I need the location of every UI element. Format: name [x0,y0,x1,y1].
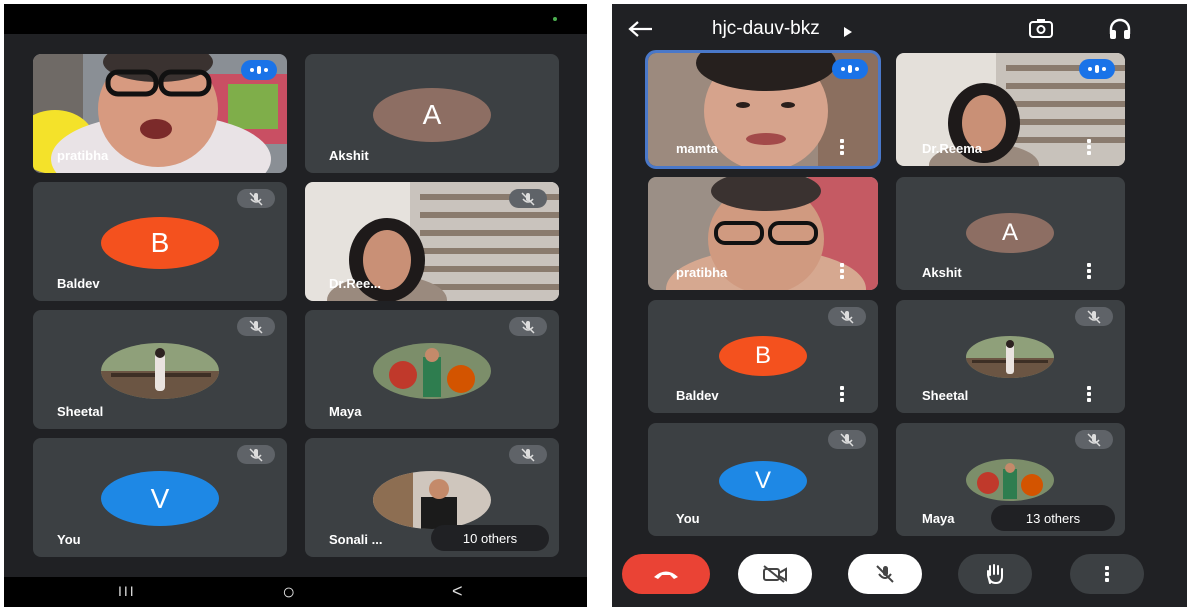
more-options-icon[interactable] [1087,139,1091,155]
hand-icon [987,564,1003,585]
avatar: A [966,213,1054,253]
participant-name: Maya [329,404,362,419]
camera-indicator-icon [553,17,557,21]
mic-off-icon [828,307,866,326]
status-bar [4,4,587,34]
participant-tile-dr-reema[interactable]: Dr.Reema [896,53,1125,166]
participant-tile-akshit[interactable]: A Akshit [896,177,1125,290]
participant-tile-sheetal[interactable]: Sheetal [33,310,287,429]
participant-tile-maya[interactable]: Maya [305,310,559,429]
camera-toggle-button[interactable] [738,554,812,594]
mic-off-icon [237,445,275,464]
participant-name: pratibha [676,265,728,280]
mic-off-icon [1075,430,1113,449]
avatar-photo [966,336,1054,378]
mic-off-icon [237,189,275,208]
meeting-code[interactable]: hjc-dauv-bkz [712,18,820,40]
avatar: B [101,217,219,269]
left-phone-screen: pratibha A Akshit B Baldev Dr.Ree... She… [4,4,587,607]
mic-off-icon [876,565,894,583]
mic-off-icon [237,317,275,336]
more-options-icon[interactable] [840,263,844,279]
mic-off-icon [509,445,547,464]
participant-name: You [57,532,81,547]
home-button[interactable]: ○ [282,579,295,605]
right-phone-screen: hjc-dauv-bkz mamta Dr.Reema pratibha A A… [612,4,1187,607]
participant-tile-sonali[interactable]: Sonali ... 10 others [305,438,559,557]
mic-off-icon [509,189,547,208]
avatar-photo [373,471,491,529]
participant-tile-pratibha[interactable]: pratibha [648,177,878,290]
participant-tile-you[interactable]: V You [33,438,287,557]
raise-hand-button[interactable] [958,554,1032,594]
participant-name: You [676,511,700,526]
back-arrow-icon[interactable] [628,20,654,43]
more-options-icon[interactable] [1087,386,1091,402]
more-options-icon[interactable] [1087,263,1091,279]
participant-tile-baldev[interactable]: B Baldev [33,182,287,301]
avatar: V [719,461,807,501]
kebab-menu-icon [1105,566,1109,582]
participant-name: Akshit [329,148,369,163]
participant-tile-baldev[interactable]: B Baldev [648,300,878,413]
participant-tile-dr-reema[interactable]: Dr.Ree... [305,182,559,301]
avatar-photo [101,343,219,399]
others-count-badge[interactable]: 10 others [431,525,549,551]
audio-output-icon[interactable] [1108,18,1132,45]
others-count-badge[interactable]: 13 others [991,505,1115,531]
participant-tile-sheetal[interactable]: Sheetal [896,300,1125,413]
participant-name: mamta [676,141,718,156]
android-nav-bar: III ○ < [4,577,587,607]
phone-hangup-icon [654,571,678,579]
speaking-indicator-icon [832,59,868,79]
more-options-button[interactable] [1070,554,1144,594]
mic-off-icon [1075,307,1113,326]
recents-button[interactable]: III [118,583,136,599]
mic-toggle-button[interactable] [848,554,922,594]
participant-tile-akshit[interactable]: A Akshit [305,54,559,173]
speaking-indicator-icon [241,60,277,80]
participant-tile-pratibha[interactable]: pratibha [33,54,287,173]
participant-name: Sheetal [922,388,969,403]
mic-off-icon [509,317,547,336]
back-button[interactable]: < [452,581,463,602]
participant-tile-you[interactable]: V You [648,423,878,536]
participant-name: Dr.Ree... [329,276,382,291]
participant-name: Baldev [57,276,100,291]
more-options-icon[interactable] [840,386,844,402]
mic-off-icon [828,430,866,449]
switch-camera-icon[interactable] [1028,18,1054,45]
end-call-button[interactable] [622,554,710,594]
avatar-photo [373,343,491,399]
camera-off-icon [763,565,787,583]
participant-name: Sonali ... [329,532,383,547]
avatar-photo [966,459,1054,501]
avatar: B [719,336,807,376]
participant-name: pratibha [57,148,109,163]
participant-name: Baldev [676,388,719,403]
speaking-indicator-icon [1079,59,1115,79]
participant-name: Maya [922,511,955,526]
participant-tile-mamta[interactable]: mamta [645,50,881,169]
participant-name: Dr.Reema [922,141,982,156]
more-options-icon[interactable] [840,139,844,155]
avatar: A [373,88,491,142]
participant-name: Sheetal [57,404,104,419]
avatar: V [101,471,219,526]
caret-right-icon[interactable] [844,24,852,42]
participant-name: Akshit [922,265,962,280]
participant-tile-maya[interactable]: Maya 13 others [896,423,1125,536]
